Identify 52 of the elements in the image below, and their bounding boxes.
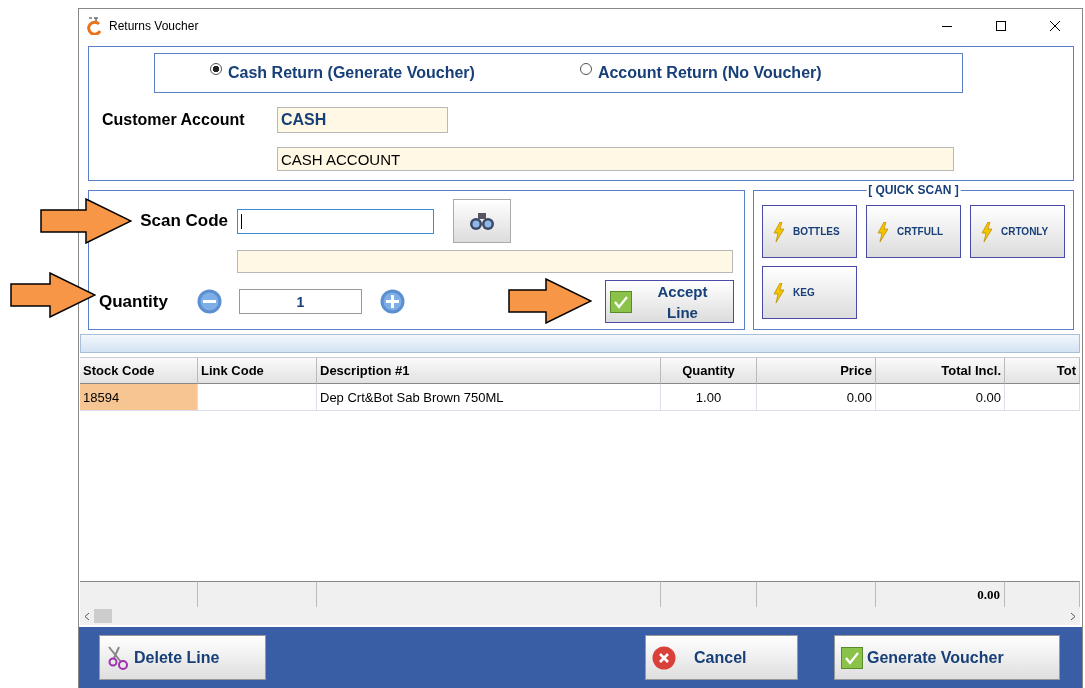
binoculars-icon [469,211,495,231]
lightning-icon [773,282,785,303]
close-icon [652,645,676,670]
column-header[interactable]: Tot [1005,358,1080,384]
quick-scan-button[interactable]: CRTFULL [866,205,961,258]
field-label: Scan Code [139,211,228,231]
group-title: [ QUICK SCAN ] [866,183,961,197]
cancel-button[interactable]: Cancel [645,635,798,680]
lightning-icon [877,221,889,242]
column-header[interactable]: Quantity [661,358,757,384]
column-header[interactable]: Link Code [198,358,317,384]
table-cell: 0.00 [757,384,876,411]
table-cell: 1.00 [661,384,757,411]
app-logo-icon [87,16,103,35]
checkmark-icon [841,646,863,669]
delete-button[interactable]: Delete Line [99,635,266,680]
scroll-left-icon[interactable] [84,611,90,621]
field-label: Quantity [99,291,169,312]
scissors-icon [106,644,130,671]
table-cell: Dep Crt&Bot Sab Brown 750ML [317,384,661,411]
table-cell: 18594 [80,384,198,411]
minus-icon[interactable] [197,289,222,314]
scroll-right-icon[interactable] [1070,611,1076,621]
quantity-field[interactable]: 1 [239,289,362,314]
radio-label[interactable]: Account Return (No Voucher) [597,64,822,82]
window-title: Returns Voucher [109,18,199,33]
scrollbar-thumb[interactable] [94,609,112,623]
table-cell: 0.00 [876,384,1005,411]
quick-scan-button[interactable]: BOTTLES [762,205,857,258]
account-code-field[interactable]: CASH [277,107,448,133]
quick-scan-button[interactable]: KEG [762,266,857,319]
checkmark-icon [610,290,632,313]
column-header[interactable]: Price [757,358,876,384]
scan-code-field[interactable] [237,208,434,234]
search-button[interactable] [453,199,511,243]
column-header[interactable]: Description #1 [317,358,661,384]
field-label: Customer Account [102,111,246,129]
lightning-icon [773,221,785,242]
lightning-icon [981,221,993,242]
confirm-button[interactable]: Generate Voucher [834,635,1060,680]
radio-button[interactable] [210,63,222,75]
quick-scan-button[interactable]: CRTONLY [970,205,1065,258]
accept-line-button[interactable]: Accept Line [605,280,734,323]
plus-icon[interactable] [380,289,405,314]
total-cell: 0.00 [876,581,1005,607]
maximize-icon[interactable] [995,19,1007,32]
radio-label[interactable]: Cash Return (Generate Voucher) [228,64,475,82]
close-icon[interactable] [1049,19,1061,32]
column-header[interactable]: Stock Code [80,358,198,384]
account-name-field: CASH ACCOUNT [277,147,954,171]
radio-button[interactable] [579,63,592,75]
column-header[interactable]: Total Incl. [876,358,1005,384]
